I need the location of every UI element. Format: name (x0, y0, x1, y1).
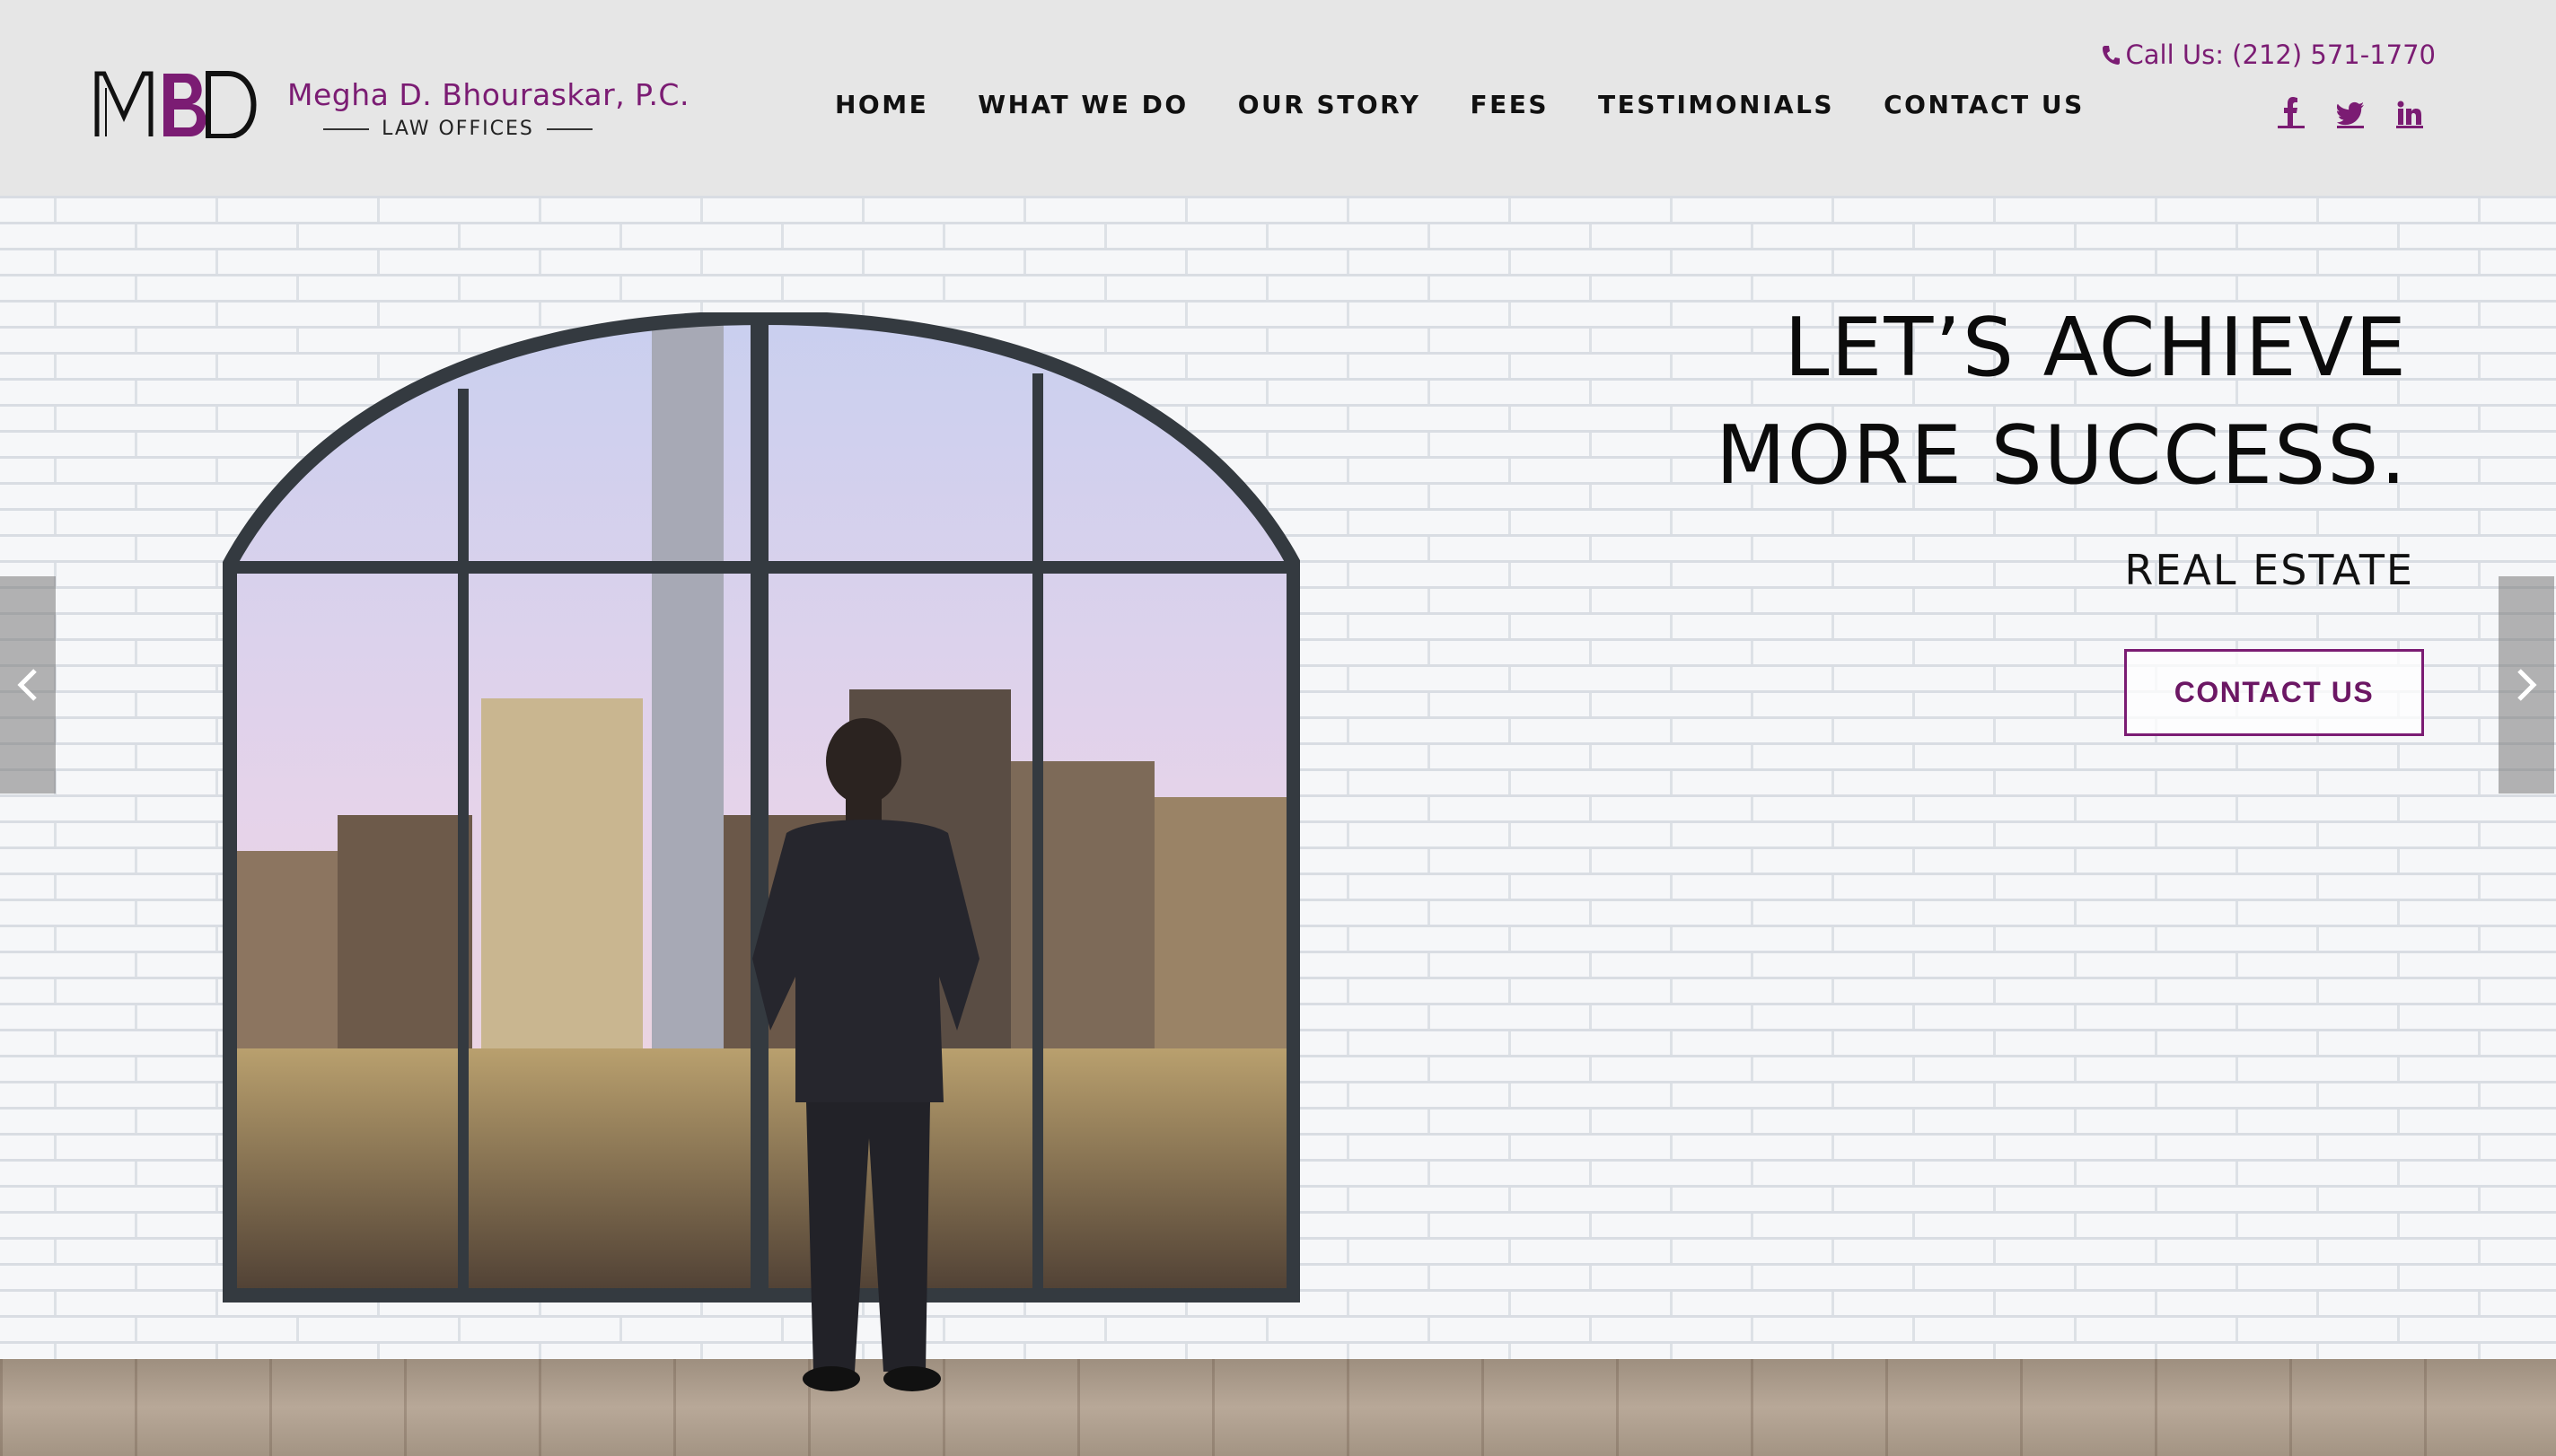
hero-tagline: REAL ESTATE (2124, 546, 2414, 594)
nav-item-fees[interactable]: FEES (1470, 90, 1549, 119)
subtitle-rule-left (323, 127, 370, 130)
site-header: Megha D. Bhouraskar, P.C. LAW OFFICES HO… (0, 0, 2556, 196)
phone-icon (2102, 46, 2120, 65)
hero-slider: LET’S ACHIEVE MORE SUCCESS. REAL ESTATE … (0, 196, 2556, 1456)
nav-item-what-we-do[interactable]: WHAT WE DO (978, 90, 1188, 119)
mbd-logo[interactable] (93, 70, 264, 138)
arched-window-illustration (223, 312, 1300, 1391)
linkedin-link[interactable] (2396, 90, 2423, 128)
facebook-icon (2284, 97, 2297, 126)
chevron-left-icon (17, 669, 37, 701)
facebook-link[interactable] (2278, 90, 2305, 128)
hero-contact-us-button[interactable]: CONTACT US (2124, 649, 2424, 736)
linkedin-icon (2397, 101, 2421, 125)
nav-item-our-story[interactable]: OUR STORY (1238, 90, 1421, 119)
slider-prev-button[interactable] (0, 576, 56, 794)
brand-name[interactable]: Megha D. Bhouraskar, P.C. (287, 77, 690, 112)
phone-link[interactable]: Call Us: (212) 571-1770 (2101, 39, 2437, 70)
hero-headline-line-1: LET’S ACHIEVE (1784, 301, 2408, 395)
brand-subtitle-text: LAW OFFICES (382, 118, 534, 140)
twitter-link[interactable] (2337, 90, 2364, 128)
hero-headline: LET’S ACHIEVE MORE SUCCESS. (1716, 294, 2408, 510)
subtitle-rule-right (546, 127, 593, 130)
brand-subtitle: LAW OFFICES (323, 118, 593, 140)
phone-text: Call Us: (212) 571-1770 (2125, 39, 2437, 70)
slider-next-button[interactable] (2499, 576, 2554, 794)
hero-headline-line-2: MORE SUCCESS. (1716, 408, 2408, 503)
social-links (2278, 90, 2423, 128)
nav-item-home[interactable]: HOME (835, 90, 928, 119)
main-nav: HOME WHAT WE DO OUR STORY FEES TESTIMONI… (835, 90, 2134, 119)
twitter-icon (2337, 101, 2364, 126)
nav-item-contact-us[interactable]: CONTACT US (1884, 90, 2085, 119)
nav-item-testimonials[interactable]: TESTIMONIALS (1598, 90, 1834, 119)
page: Megha D. Bhouraskar, P.C. LAW OFFICES HO… (0, 0, 2556, 1456)
chevron-right-icon (2517, 669, 2537, 701)
